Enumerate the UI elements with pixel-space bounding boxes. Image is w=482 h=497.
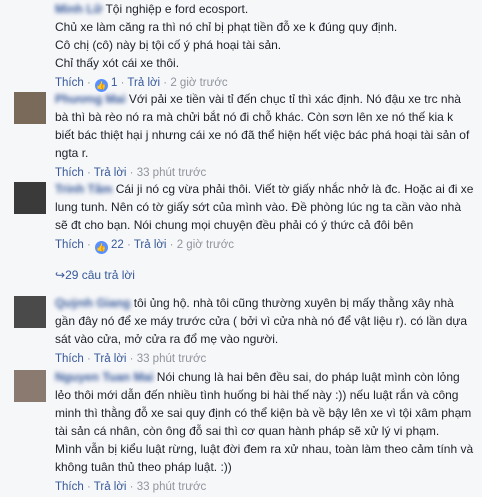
reply-button[interactable]: Trả lời [134,239,167,251]
timestamp[interactable]: 33 phút trước [137,353,207,365]
avatar[interactable] [14,92,46,124]
timestamp[interactable]: 33 phút trước [137,481,207,493]
comment-text: Trinh Tâm Cái ji nó cg vừa phải thôi. Vi… [55,182,474,232]
reply-button[interactable]: Trả lời [94,167,127,179]
comment-text: Phương Mai Với pải xe tiền vài tỉ đến ch… [55,92,470,160]
timestamp[interactable]: 33 phút trước [137,167,207,179]
like-button[interactable]: Thích [55,481,84,493]
reply-button[interactable]: Trả lời [94,481,127,493]
like-button[interactable]: Thích [55,77,84,89]
comment-actions: Thích · 👍 22 · Trả lời · 2 giờ trước [55,239,235,254]
comment-actions: Thích · Trả lời · 33 phút trước [55,167,207,179]
avatar[interactable] [14,296,46,328]
like-count[interactable]: 22 [111,239,124,251]
commenter-name[interactable]: Phương Mai [55,92,126,106]
comment-actions: Thích · Trả lời · 33 phút trước [55,481,207,493]
comment-text: Minh Lữ Tội nghiệp e ford ecosport. [55,2,249,16]
like-button[interactable]: Thích [55,167,84,179]
comment-actions: Thích · Trả lời · 33 phút trước [55,353,207,365]
comment-line: Chỉ thấy xót cái xe thôi. [55,56,180,70]
commenter-name[interactable]: Nguyen Tuan Mai [55,370,153,384]
reply-button[interactable]: Trả lời [127,77,160,89]
view-replies-link[interactable]: ↪29 câu trả lời [55,268,135,282]
comment-text: Quỳnh Giang tôi ủng hộ. nhà tôi cũng thư… [55,296,468,346]
like-button[interactable]: Thích [55,353,84,365]
timestamp[interactable]: 2 giờ trước [170,77,227,89]
thumbs-up-icon: 👍 [94,241,108,254]
comment-line: Chủ xe làm căng ra thì nó chỉ bị phạt ti… [55,20,398,34]
comment-text: Nguyen Tuan Mai Nói chung là hai bên đều… [55,370,472,438]
commenter-name[interactable]: Quỳnh Giang [55,296,130,310]
avatar[interactable] [14,370,46,402]
commenter-name[interactable]: Trinh Tâm [55,182,112,196]
comment-line: Cô chị (cô) này bị tội cố ý phá hoại tài… [55,38,282,52]
comment-text-2: Mình vẫn bị kiểu luật rừng, luật đời đem… [55,442,474,474]
like-count[interactable]: 1 [111,77,117,89]
commenter-name[interactable]: Minh Lữ [55,2,102,16]
avatar[interactable] [14,182,46,214]
reply-arrow-icon: ↪ [55,268,66,282]
timestamp[interactable]: 2 giờ trước [177,239,234,251]
reply-button[interactable]: Trả lời [94,353,127,365]
like-button[interactable]: Thích [55,239,84,251]
